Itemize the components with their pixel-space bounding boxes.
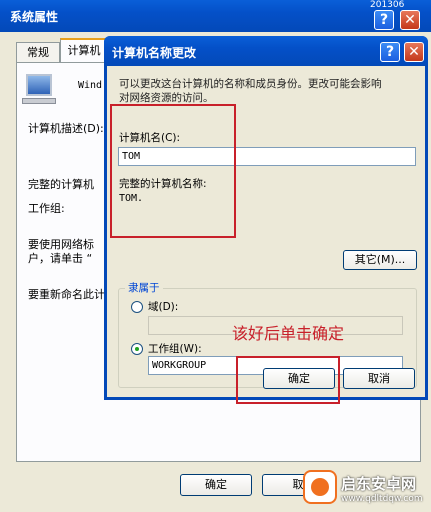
computer-name-highlight-box <box>110 104 236 238</box>
workgroup-label: 工作组(W): <box>148 343 202 355</box>
back-desc-label: 计算机描述(D): <box>28 122 104 135</box>
dialog-close-icon[interactable]: ✕ <box>404 42 424 62</box>
watermark-brand: 启东安卓网 <box>341 475 417 493</box>
intro-line-2: 对网络资源的访问。 <box>119 92 214 104</box>
back-network-text-2: 户，请单击 “ <box>28 252 93 265</box>
back-tab-computer-name[interactable]: 计算机 <box>60 38 108 62</box>
dialog-title: 计算机名称更改 <box>112 46 197 60</box>
intro-line-1: 可以更改这台计算机的名称和成员身份。更改可能会影响 <box>119 78 382 90</box>
watermark-logo-inner <box>311 478 329 496</box>
back-help-icon[interactable]: ? <box>374 10 394 30</box>
back-tab-general[interactable]: 常规 <box>16 42 60 62</box>
ok-button-highlight-box <box>236 356 340 404</box>
back-win-label: Wind <box>78 80 103 91</box>
back-workgroup-label: 工作组: <box>28 202 65 215</box>
workgroup-radio-dot <box>135 347 139 351</box>
watermark-url: www.qdltdqw.com <box>341 494 423 504</box>
domain-radio[interactable] <box>131 301 143 313</box>
workgroup-radio[interactable] <box>131 343 143 355</box>
back-rename-text: 要重新命名此计 <box>28 288 105 301</box>
desktop-corner-text: 201306 <box>370 0 405 10</box>
back-title-bar[interactable]: 系统属性 <box>0 0 431 32</box>
back-close-icon[interactable]: ✕ <box>400 10 420 30</box>
more-button[interactable]: 其它(M)... <box>343 250 417 270</box>
back-ok-button[interactable]: 确定 <box>180 474 252 496</box>
dialog-help-icon[interactable]: ? <box>380 42 400 62</box>
computer-base-icon <box>22 98 56 104</box>
domain-label: 域(D): <box>148 301 179 313</box>
computer-monitor-icon <box>26 74 52 96</box>
instruction-annotation: 该好后单击确定 <box>232 324 345 343</box>
member-of-label: 隶属于 <box>125 280 163 295</box>
back-full-name-label: 完整的计算机 <box>28 178 94 191</box>
back-window-title: 系统属性 <box>10 10 59 24</box>
dialog-cancel-button[interactable]: 取消 <box>343 368 415 389</box>
